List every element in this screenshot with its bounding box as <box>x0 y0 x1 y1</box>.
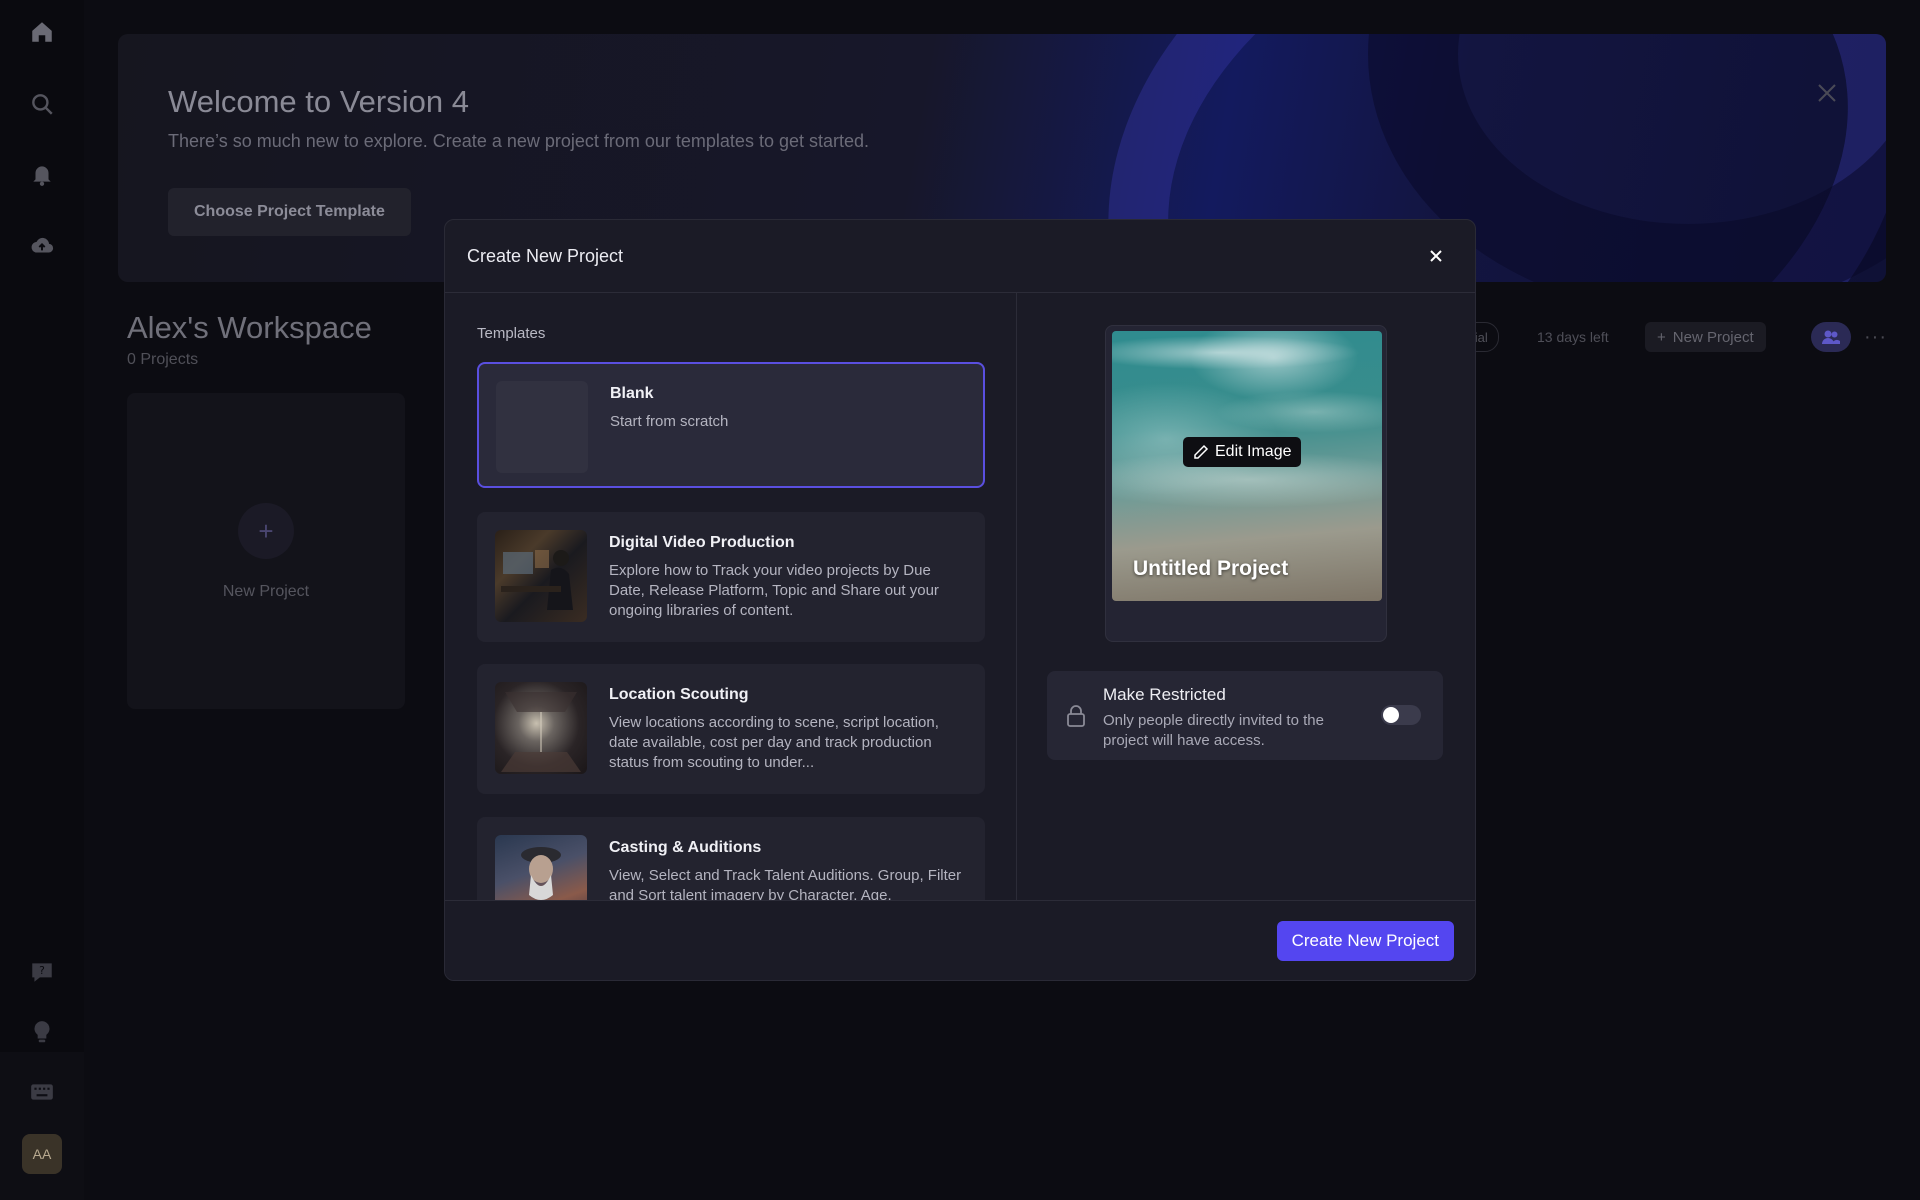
team-icon[interactable] <box>1811 322 1851 352</box>
new-project-card[interactable]: + New Project <box>127 393 405 709</box>
edit-image-label: Edit Image <box>1215 443 1292 460</box>
pencil-icon <box>1194 444 1209 459</box>
modal-title: Create New Project <box>467 246 624 266</box>
templates-label: Templates <box>477 325 546 342</box>
modal-header: Create New Project <box>445 220 1475 293</box>
help-icon[interactable]: ? <box>24 954 60 990</box>
make-restricted-panel: Make Restricted Only people directly inv… <box>1047 671 1443 760</box>
keyboard-icon[interactable] <box>24 1074 60 1110</box>
template-thumbnail <box>495 835 587 900</box>
edit-image-button[interactable]: Edit Image <box>1183 437 1302 467</box>
templates-pane[interactable]: Templates Blank Start from scratch Digit… <box>445 293 1017 900</box>
close-icon[interactable] <box>1816 82 1838 104</box>
search-icon[interactable] <box>24 86 60 122</box>
avatar[interactable]: AA <box>22 1134 62 1174</box>
new-project-button[interactable]: + New Project <box>1645 322 1766 352</box>
template-blank[interactable]: Blank Start from scratch <box>477 362 985 488</box>
create-project-button[interactable]: Create New Project <box>1276 921 1454 961</box>
sidebar: ? AA <box>0 0 84 1200</box>
template-digital-video-production[interactable]: Digital Video Production Explore how to … <box>477 512 985 642</box>
template-description: View, Select and Track Talent Auditions.… <box>609 867 962 900</box>
workspace-title: Alex's Workspace <box>127 310 372 345</box>
days-left: 13 days left <box>1537 329 1609 345</box>
template-description: Explore how to Track your video projects… <box>609 562 939 619</box>
template-location-scouting[interactable]: Location Scouting View locations accordi… <box>477 664 985 794</box>
template-name: Location Scouting <box>609 686 749 703</box>
template-thumbnail <box>496 381 588 473</box>
toggle-knob <box>1383 707 1399 723</box>
restricted-description: Only people directly invited to the proj… <box>1103 712 1324 749</box>
project-cover-image[interactable]: Edit Image Untitled Project <box>1112 331 1382 601</box>
new-project-card-label: New Project <box>222 583 310 600</box>
project-count: 0 Projects <box>127 351 199 368</box>
restricted-toggle[interactable] <box>1381 705 1421 725</box>
more-icon[interactable]: ··· <box>1864 322 1887 352</box>
new-project-button-label: New Project <box>1672 328 1754 346</box>
lock-icon <box>1065 704 1087 728</box>
modal-footer: Create New Project <box>445 900 1475 980</box>
svg-text:?: ? <box>39 964 45 977</box>
template-description: View locations according to scene, scrip… <box>609 714 939 771</box>
create-project-modal: Create New Project Templates Blank Start… <box>444 219 1476 981</box>
close-icon[interactable] <box>1427 247 1445 265</box>
preview-project-title: Untitled Project <box>1133 557 1289 580</box>
home-icon[interactable] <box>24 14 60 50</box>
bell-icon[interactable] <box>24 156 60 192</box>
template-name: Digital Video Production <box>609 534 795 551</box>
banner-subtitle: There’s so much new to explore. Create a… <box>168 131 870 151</box>
restricted-title: Make Restricted <box>1103 685 1226 704</box>
banner-title: Welcome to Version 4 <box>168 84 469 119</box>
template-name: Blank <box>610 385 654 402</box>
template-thumbnail <box>495 682 587 774</box>
choose-template-button[interactable]: Choose Project Template <box>168 188 411 236</box>
template-thumbnail <box>495 530 587 622</box>
project-settings-pane: Edit Image Untitled Project Make Restric… <box>1017 293 1475 900</box>
project-preview-card: Edit Image Untitled Project <box>1105 325 1387 642</box>
plus-icon: + <box>238 503 294 559</box>
plus-icon: + <box>1657 328 1666 346</box>
template-name: Casting & Auditions <box>609 839 762 856</box>
template-casting-auditions[interactable]: Casting & Auditions View, Select and Tra… <box>477 817 985 900</box>
cloud-upload-icon[interactable] <box>24 228 60 264</box>
template-description: Start from scratch <box>610 413 729 430</box>
lightbulb-icon[interactable] <box>24 1014 60 1050</box>
